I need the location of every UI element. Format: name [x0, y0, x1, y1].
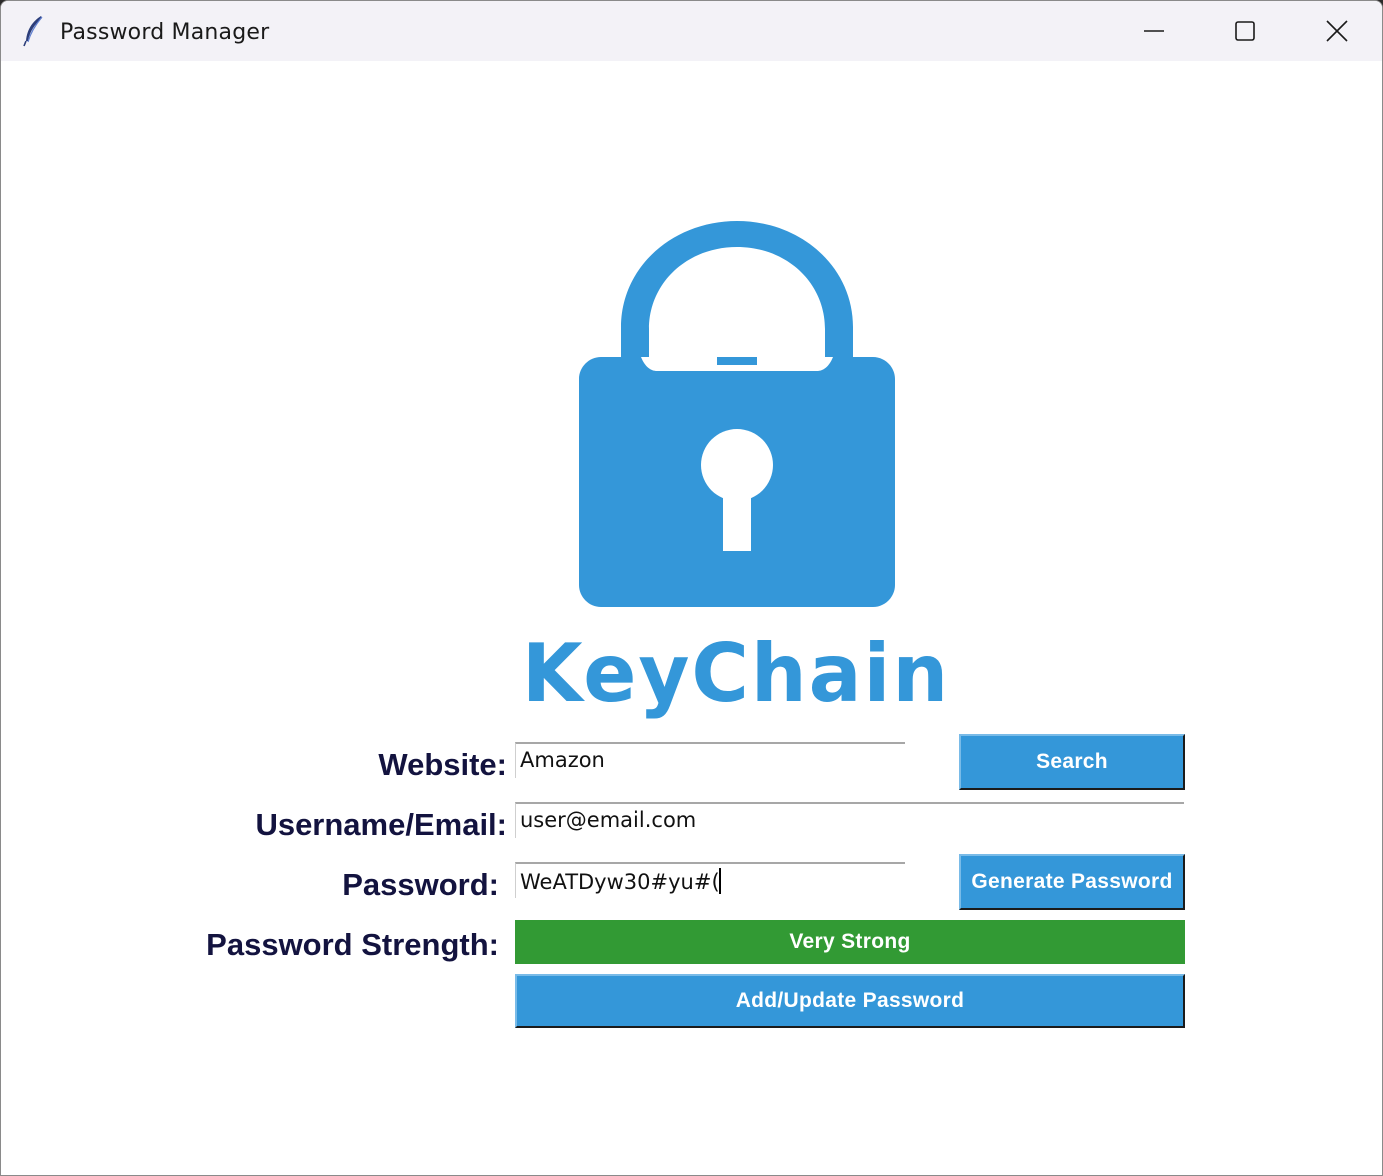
add-update-password-button[interactable]: Add/Update Password: [515, 974, 1185, 1028]
close-icon: [1326, 20, 1348, 42]
padlock-icon: [579, 221, 895, 607]
username-input[interactable]: user@email.com: [515, 802, 1184, 838]
website-label: Website:: [378, 747, 507, 782]
password-input[interactable]: WeATDyw30#yu#(: [515, 862, 905, 898]
website-value: Amazon: [520, 748, 605, 772]
search-button[interactable]: Search: [959, 734, 1185, 790]
window-title: Password Manager: [60, 20, 270, 45]
password-strength-indicator: Very Strong: [515, 920, 1185, 964]
brand-name: KeyChain: [521, 627, 951, 720]
main-content: KeyChain Website: Amazon Search Username…: [1, 61, 1382, 1175]
minimize-button[interactable]: [1108, 1, 1200, 61]
close-button[interactable]: [1291, 1, 1382, 61]
password-value: WeATDyw30#yu#(: [520, 870, 720, 894]
username-label: Username/Email:: [255, 807, 507, 842]
minimize-icon: [1144, 30, 1164, 32]
feather-icon: [23, 16, 43, 47]
password-label: Password:: [342, 867, 499, 902]
maximize-icon: [1235, 21, 1255, 41]
maximize-button[interactable]: [1199, 1, 1291, 61]
username-value: user@email.com: [520, 808, 697, 832]
password-strength-label: Password Strength:: [206, 927, 499, 962]
app-window: Password Manager KeyChain Website: Amazo…: [0, 0, 1383, 1176]
website-input[interactable]: Amazon: [515, 742, 905, 778]
generate-password-button[interactable]: Generate Password: [959, 854, 1185, 910]
text-caret: [718, 868, 721, 894]
title-bar: Password Manager: [1, 1, 1382, 61]
